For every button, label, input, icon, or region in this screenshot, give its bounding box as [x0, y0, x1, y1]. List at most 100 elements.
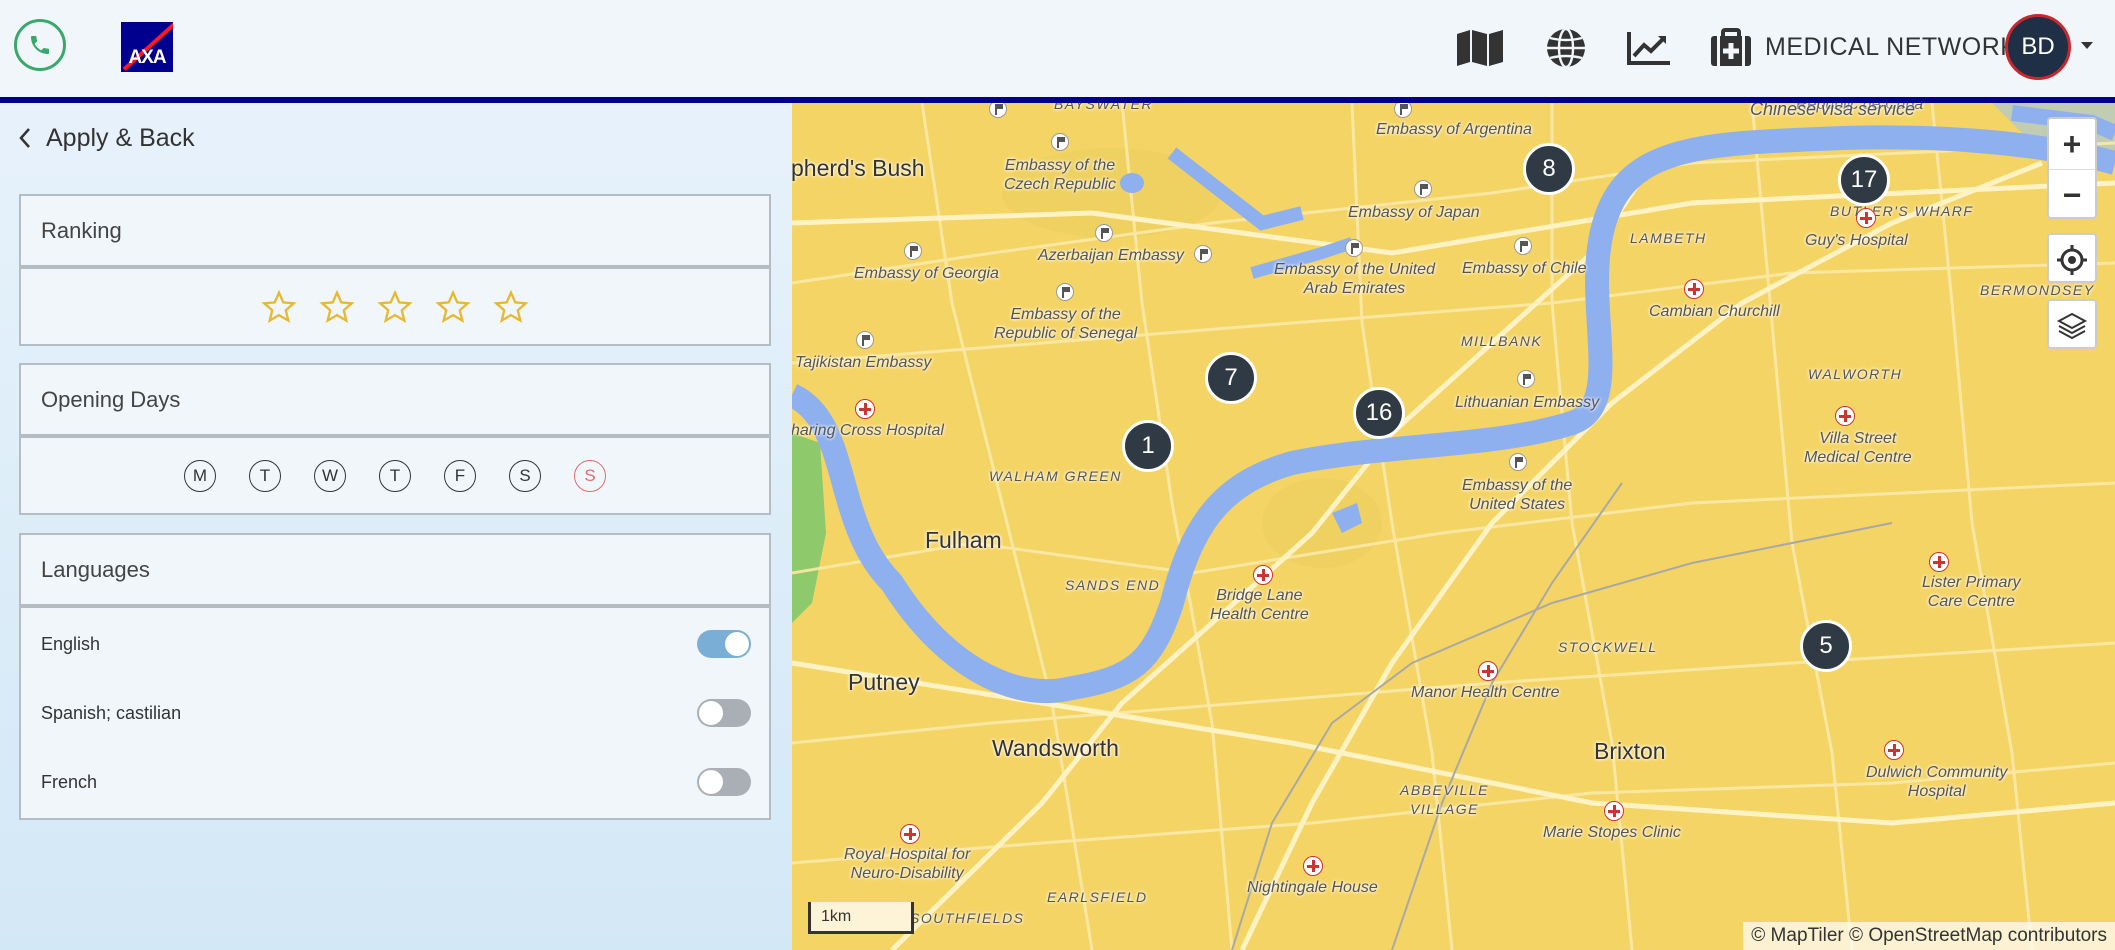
- provider-cluster[interactable]: 5: [1800, 620, 1852, 672]
- hospital-marker[interactable]: [1253, 565, 1273, 585]
- star-icon-3[interactable]: [377, 289, 413, 324]
- zoom-controls: + −: [2047, 117, 2097, 219]
- place-shepherds-bush: pherd's Bush: [792, 155, 925, 181]
- star-icon-5[interactable]: [493, 289, 529, 324]
- opening-days-picker: M T W T F S S: [19, 436, 771, 515]
- embassy-marker[interactable]: [1056, 283, 1074, 301]
- language-label: English: [41, 633, 101, 654]
- phone-icon: [31, 36, 49, 54]
- day-friday[interactable]: F: [444, 459, 476, 492]
- day-tuesday[interactable]: T: [249, 459, 281, 492]
- hospital-marker[interactable]: [1835, 406, 1855, 426]
- place-embassy-japan: Embassy of Japan: [1348, 204, 1480, 221]
- medical-network-label[interactable]: MEDICAL NETWORK: [1765, 33, 2017, 62]
- place-azerbaijan-embassy: Azerbaijan Embassy: [1038, 247, 1184, 264]
- embassy-marker[interactable]: [904, 242, 922, 260]
- place-embassy-uae: Embassy of the United Arab Emirates: [1274, 261, 1435, 297]
- hospital-marker[interactable]: [1884, 740, 1904, 760]
- statistics-button[interactable]: [1623, 25, 1675, 71]
- place-villa-street: Villa Street Medical Centre: [1804, 430, 1912, 466]
- apply-back-label: Apply & Back: [46, 123, 195, 152]
- chevron-left-icon: [19, 128, 30, 148]
- map-attribution[interactable]: © MapTiler © OpenStreetMap contributors: [1743, 922, 2115, 950]
- chevron-down-icon[interactable]: [2081, 42, 2093, 49]
- globe-button[interactable]: [1540, 25, 1592, 71]
- embassy-marker[interactable]: [1509, 453, 1527, 471]
- place-manor-health: Manor Health Centre: [1411, 684, 1560, 701]
- place-southfields: SOUTHFIELDS: [910, 910, 1025, 926]
- phone-button[interactable]: [14, 19, 66, 71]
- place-embassy-czech: Embassy of the Czech Republic: [1004, 157, 1117, 193]
- embassy-marker[interactable]: [856, 331, 874, 349]
- language-row-french: French: [21, 762, 769, 802]
- provider-cluster[interactable]: 8: [1523, 143, 1575, 195]
- place-lister-primary: Lister Primary Care Centre: [1922, 574, 2021, 610]
- place-embassy-georgia: Embassy of Georgia: [854, 265, 999, 282]
- hospital-marker[interactable]: [855, 399, 875, 419]
- layers-button[interactable]: [2049, 301, 2095, 351]
- place-marie-stopes: Marie Stopes Clinic: [1543, 824, 1681, 841]
- star-icon-4[interactable]: [435, 289, 471, 324]
- day-thursday[interactable]: T: [379, 459, 411, 492]
- embassy-marker[interactable]: [1051, 133, 1069, 151]
- day-monday[interactable]: M: [184, 459, 216, 492]
- day-wednesday[interactable]: W: [314, 459, 346, 492]
- day-sunday[interactable]: S: [574, 459, 606, 492]
- french-toggle[interactable]: [697, 768, 751, 796]
- place-chinese-visa: Chinese visa service: [1750, 103, 1916, 119]
- globe-icon: [1547, 27, 1585, 69]
- locate-button[interactable]: [2049, 235, 2095, 285]
- embassy-marker[interactable]: [1095, 224, 1113, 242]
- place-royal-hospital: Royal Hospital for Neuro-Disability: [844, 846, 971, 882]
- place-sands-end: SANDS END: [1065, 577, 1161, 593]
- star-icon-1[interactable]: [261, 289, 297, 324]
- map-view-button[interactable]: [1454, 25, 1506, 71]
- place-lambeth: LAMBETH: [1630, 230, 1707, 246]
- place-butlers-wharf: BUTLER'S WHARF: [1830, 203, 1974, 219]
- provider-cluster[interactable]: 7: [1205, 352, 1257, 404]
- place-bayswater: BAYSWATER: [1054, 103, 1154, 112]
- embassy-marker[interactable]: [1514, 237, 1532, 255]
- embassy-marker[interactable]: [1194, 245, 1212, 263]
- place-wandsworth: Wandsworth: [992, 735, 1119, 761]
- provider-cluster[interactable]: 1: [1122, 420, 1174, 472]
- hospital-marker[interactable]: [1478, 661, 1498, 681]
- place-abbeville-village: ABBEVILLE VILLAGE: [1400, 782, 1489, 817]
- zoom-out-button[interactable]: −: [2049, 169, 2095, 220]
- hospital-marker[interactable]: [1684, 279, 1704, 299]
- embassy-marker[interactable]: [1414, 180, 1432, 198]
- language-row-spanish: Spanish; castilian: [21, 693, 769, 733]
- place-walworth: WALWORTH: [1808, 366, 1903, 382]
- place-earlsfield: EARLSFIELD: [1047, 889, 1148, 905]
- map-view[interactable]: BAYSWATER Republic de Cuba Chinese visa …: [792, 103, 2115, 950]
- apply-back-button[interactable]: Apply & Back: [0, 103, 792, 173]
- hospital-marker[interactable]: [900, 824, 920, 844]
- hospital-marker[interactable]: [1856, 208, 1876, 228]
- place-millbank: MILLBANK: [1461, 333, 1543, 349]
- locate-control: [2047, 233, 2097, 283]
- medical-network-button[interactable]: [1705, 25, 1757, 71]
- english-toggle[interactable]: [697, 630, 751, 658]
- medical-kit-icon: [1711, 28, 1751, 66]
- provider-cluster[interactable]: 17: [1838, 154, 1890, 206]
- embassy-marker[interactable]: [1345, 239, 1363, 257]
- spanish-toggle[interactable]: [697, 699, 751, 727]
- embassy-marker[interactable]: [1517, 370, 1535, 388]
- place-charing-cross-hospital: haring Cross Hospital: [792, 422, 944, 439]
- place-guys-hospital: Guy's Hospital: [1805, 232, 1908, 249]
- star-icon-2[interactable]: [319, 289, 355, 324]
- language-row-english: English: [21, 624, 769, 664]
- user-avatar[interactable]: BD: [2005, 14, 2071, 80]
- day-saturday[interactable]: S: [509, 459, 541, 492]
- place-bridge-lane: Bridge Lane Health Centre: [1210, 587, 1309, 623]
- hospital-marker[interactable]: [1303, 856, 1323, 876]
- ranking-stars: [19, 267, 771, 346]
- provider-cluster[interactable]: 16: [1353, 387, 1405, 439]
- languages-header: Languages: [19, 533, 771, 606]
- hospital-marker[interactable]: [1604, 801, 1624, 821]
- zoom-in-button[interactable]: +: [2049, 119, 2095, 169]
- place-embassy-chile: Embassy of Chile: [1462, 260, 1587, 277]
- place-fulham: Fulham: [925, 527, 1002, 553]
- hospital-marker[interactable]: [1929, 552, 1949, 572]
- place-embassy-senegal: Embassy of the Republic of Senegal: [994, 306, 1138, 342]
